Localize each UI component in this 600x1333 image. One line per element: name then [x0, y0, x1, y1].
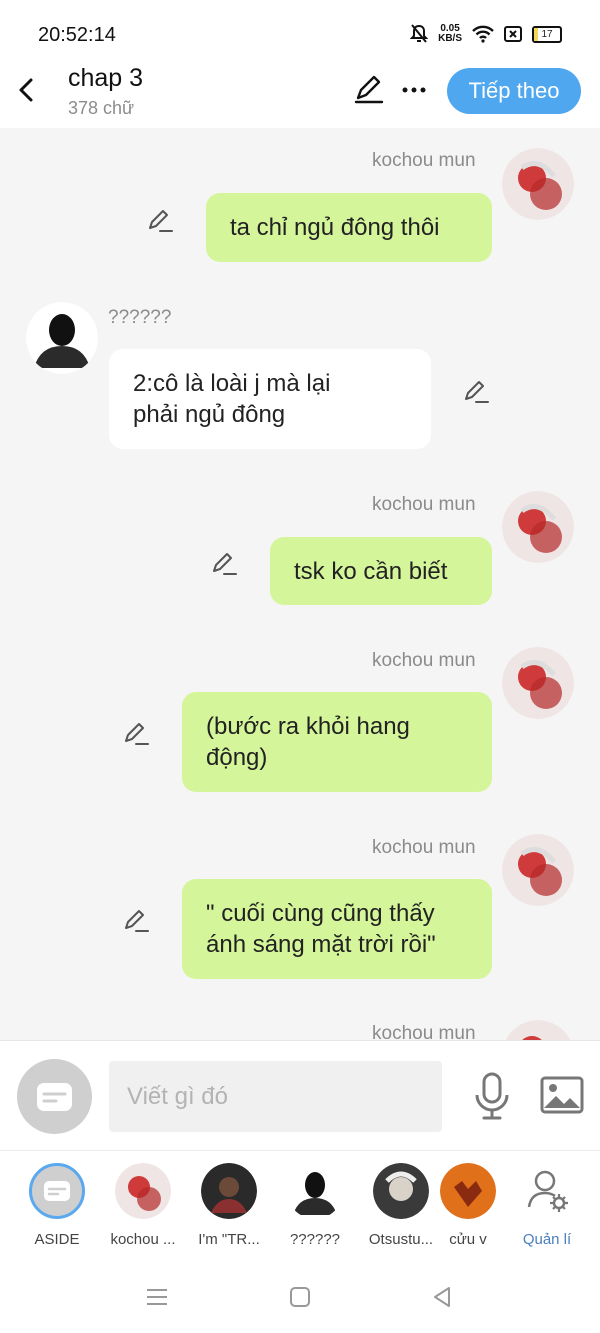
avatar [373, 1163, 429, 1219]
message-input[interactable] [109, 1061, 442, 1132]
status-icons: 0.05 KB/S 17 [410, 24, 562, 44]
character-label: kochou ... [110, 1231, 176, 1248]
message-text: 2:cô là loài j mà lại phải ngủ đông [133, 370, 331, 428]
wifi-icon [472, 25, 494, 43]
manage-characters-button[interactable]: Quản lí [504, 1163, 590, 1248]
edit-message-icon[interactable] [462, 377, 490, 405]
sender-name: kochou mun [372, 837, 476, 858]
bell-off-icon [410, 24, 429, 43]
page-title: chap 3 [68, 64, 144, 92]
net-speed: 0.05 KB/S [438, 24, 462, 44]
back-icon[interactable] [14, 72, 40, 108]
battery-indicator: 17 [532, 25, 562, 43]
image-icon[interactable] [540, 1075, 584, 1115]
battery-level: 17 [541, 28, 553, 40]
system-nav-bar [0, 1260, 600, 1333]
message-bubble[interactable]: (bước ra khỏi hang động) [182, 692, 492, 792]
header: chap 3 378 chữ Tiếp theo [0, 62, 600, 128]
aside-avatar [29, 1163, 85, 1219]
sender-name: kochou mun [372, 650, 476, 671]
next-button[interactable]: Tiếp theo [447, 68, 581, 114]
message-text: ta chỉ ngủ đông thôi [230, 214, 440, 241]
sender-name: ?????? [108, 307, 172, 328]
character-label: I'm "TR... [198, 1231, 260, 1248]
sim-icon [504, 26, 522, 42]
back-nav-icon[interactable] [427, 1282, 457, 1312]
character-label: Otsustu... [368, 1231, 434, 1248]
aside-toggle-button[interactable] [17, 1059, 92, 1134]
avatar [115, 1163, 171, 1219]
sender-name: kochou mun [372, 1023, 476, 1040]
avatar-kochou[interactable] [502, 148, 574, 220]
message-bubble[interactable]: ta chỉ ngủ đông thôi [206, 193, 492, 262]
home-icon[interactable] [285, 1282, 315, 1312]
message-bubble[interactable]: tsk ko cần biết [270, 537, 492, 605]
more-options-icon[interactable] [400, 72, 428, 106]
message-text: tsk ko cần biết [294, 557, 448, 585]
chat-area[interactable]: kochou mun ta chỉ ngủ đông thôi ?????? 2… [0, 128, 600, 1040]
character-aside[interactable]: ASIDE [14, 1163, 100, 1248]
edit-message-icon[interactable] [122, 719, 150, 747]
character-bar: ASIDE kochou ... I'm "TR... ?????? Otsus… [0, 1150, 600, 1261]
avatar-kochou[interactable] [502, 834, 574, 906]
message-bubble[interactable]: 2:cô là loài j mà lại phải ngủ đông [109, 349, 431, 449]
message-text: (bước ra khỏi hang động) [206, 713, 410, 771]
edit-message-icon[interactable] [122, 906, 150, 934]
aside-icon [37, 1083, 72, 1111]
character-kochou[interactable]: kochou ... [100, 1163, 186, 1248]
avatar-kochou[interactable] [502, 647, 574, 719]
character-cuu-vi[interactable]: cửu v [438, 1163, 498, 1248]
net-speed-unit: KB/S [438, 33, 462, 44]
composer [0, 1040, 600, 1151]
avatar [287, 1163, 343, 1219]
word-count: 378 chữ [68, 98, 135, 118]
message-bubble[interactable]: " cuối cùng cũng thấy ánh sáng mặt trời … [182, 879, 492, 979]
character-label: Quản lí [522, 1231, 572, 1248]
sender-name: kochou mun [372, 494, 476, 515]
avatar [201, 1163, 257, 1219]
avatar-unknown[interactable] [26, 302, 98, 374]
avatar [440, 1163, 496, 1219]
avatar-kochou[interactable] [502, 1020, 574, 1040]
character-label: ASIDE [34, 1231, 80, 1248]
microphone-icon[interactable] [472, 1071, 512, 1121]
character-label: cửu v [449, 1231, 487, 1248]
aside-icon [44, 1181, 70, 1201]
edit-message-icon[interactable] [210, 549, 238, 577]
character-unknown[interactable]: ?????? [272, 1163, 358, 1248]
edit-message-icon[interactable] [146, 206, 174, 234]
message-text: " cuối cùng cũng thấy ánh sáng mặt trời … [206, 900, 436, 958]
sender-name: kochou mun [372, 150, 476, 171]
status-bar: 20:52:14 0.05 KB/S 17 [0, 0, 600, 62]
character-tr[interactable]: I'm "TR... [186, 1163, 272, 1248]
character-label: ?????? [289, 1231, 341, 1248]
pencil-icon[interactable] [352, 72, 386, 106]
menu-icon[interactable] [142, 1282, 172, 1312]
user-settings-icon [527, 1170, 568, 1212]
avatar-kochou[interactable] [502, 491, 574, 563]
avatar [519, 1163, 575, 1219]
status-time: 20:52:14 [38, 24, 116, 46]
character-otsutsuki[interactable]: Otsustu... [358, 1163, 444, 1248]
